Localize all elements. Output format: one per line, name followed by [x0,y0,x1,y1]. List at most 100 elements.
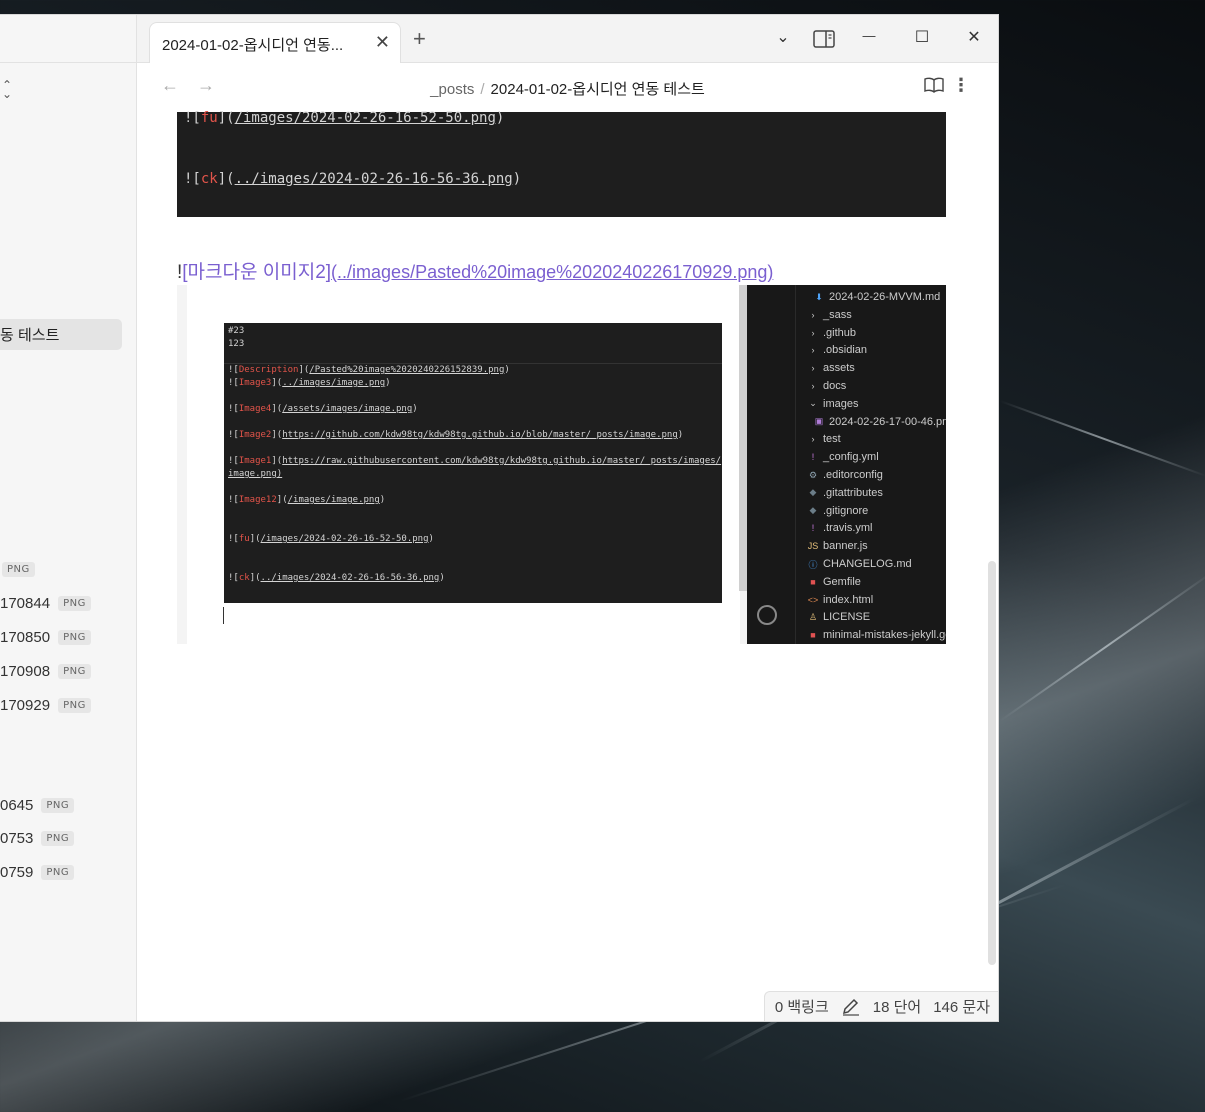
file-type-icon: › [811,363,815,374]
new-tab-button[interactable]: + [413,26,426,52]
explorer-item-label: .travis.yml [823,522,873,535]
text-cursor [223,607,224,624]
explorer-item: › _sass [807,307,852,323]
word-count: 18 단어 [872,999,922,1016]
tab-bar: 2024-01-02-옵시디언 연동... ✕ + ⌄ — ☐ ✕ [137,15,998,63]
file-type-icon: ⌄ [809,398,817,409]
collapse-all-icon[interactable]: ⌃ ⌄ [2,79,16,101]
close-tab-icon[interactable]: ✕ [375,32,390,53]
view-header: ← → _posts/2024-01-02-옵시디언 연동 테스트 ⋮ [137,63,998,111]
file-type-icon: ■ [810,576,816,587]
maximize-button[interactable]: ☐ [911,27,933,47]
explorer-item: JS banner.js [807,538,868,554]
file-type-badge: PNG [58,595,91,611]
explorer-item: ◆ .gitattributes [807,485,883,501]
explorer-item-label: 2024-02-26-17-00-46.png [829,415,946,428]
explorer-item: › test [807,431,841,447]
explorer-item: ◆ .gitignore [807,503,869,519]
file-type-badge: PNG [41,830,75,846]
file-type-badge: PNG [58,629,91,645]
sidebar-header [0,15,136,63]
explorer-item: ! .travis.yml [807,520,873,536]
more-options-icon[interactable]: ⋮ [952,75,970,96]
explorer-item: ! _config.yml [807,449,879,465]
sidebar-attachment[interactable]: PNG [0,558,35,580]
explorer-item: › .obsidian [807,342,868,358]
explorer-item: ⌄ images [807,396,858,412]
close-window-button[interactable]: ✕ [963,27,985,47]
file-type-icon: ! [811,452,815,463]
file-type-badge: PNG [2,561,35,577]
sidebar-attachment[interactable]: 0759 PNG [0,861,75,883]
editor-content[interactable]: ![fu](/images/2024-02-26-16-52-50.png) !… [137,110,998,1021]
explorer-item-label: .gitattributes [823,486,883,499]
attachment-name: 0753 [0,829,34,847]
sidebar-attachment[interactable]: 0753 PNG [0,827,75,849]
explorer-item-label: 2024-02-26-MVVM.md [829,291,941,303]
explorer-item: ⓘ CHANGELOG.md [807,556,911,572]
file-type-icon: <> [807,594,819,605]
file-type-icon: JS [807,541,819,552]
explorer-item-label: .editorconfig [823,469,883,481]
sidebar-attachment[interactable]: 170929 PNG [0,694,91,716]
sidebar-active-file[interactable]: 동 테스트 [0,319,122,350]
file-type-icon: › [811,309,815,320]
attachment-name: 170908 [0,662,51,680]
backlinks-count[interactable]: 0 백링크 [775,996,829,1017]
explorer-item-label: LICENSE [823,611,871,624]
explorer-item: › docs [807,378,847,394]
explorer-item-label: test [823,433,841,446]
explorer-item-label: .gitignore [823,504,869,517]
sidebar-attachment[interactable]: 170850 PNG [0,626,91,648]
explorer-item-label: index.html [823,593,874,606]
image-url[interactable]: (../images/Pasted%20image%20202402261709… [331,262,773,282]
explorer-item-label: banner.js [823,540,868,553]
file-type-icon: ⚙ [808,469,818,480]
file-type-icon: ■ [810,630,816,641]
breadcrumb-separator: / [480,81,485,98]
attachment-name: 170844 [0,594,51,612]
tab-active-note[interactable]: 2024-01-02-옵시디언 연동... ✕ [149,22,401,63]
explorer-item-label: .github [823,326,857,339]
file-type-icon: › [811,434,815,445]
file-sidebar: ⌃ ⌄ 동 테스트 PNG 170844 PNG 170850 PNG 17090… [0,15,137,1021]
code-line: ![ck](../images/2024-02-26-16-56-36.png) [184,171,522,187]
breadcrumb-file[interactable]: 2024-01-02-옵시디언 연동 테스트 [491,81,705,98]
explorer-item-label: images [823,397,859,410]
minimize-button[interactable]: — [858,28,880,43]
attachment-name: 170929 [0,696,51,714]
markdown-image-link[interactable]: ![마크다운 이미지2](../images/Pasted%20image%20… [177,257,773,284]
sidebar-attachment[interactable]: 170844 PNG [0,592,91,614]
char-count: 146 문자 [933,999,990,1016]
toggle-right-sidebar-icon[interactable] [813,30,835,48]
file-type-badge: PNG [58,663,91,679]
explorer-item-label: Gemfile [823,575,861,588]
embedded-image: #23 123 ![Description](/Pasted%20image%2… [177,285,946,644]
attachment-name: 0759 [0,863,34,881]
file-type-badge: PNG [41,797,75,813]
sidebar-attachment[interactable]: 170908 PNG [0,660,91,682]
explorer-item-label: .obsidian [823,344,868,357]
explorer-item: ♙ LICENSE [807,609,870,625]
attachment-name: 170850 [0,628,51,646]
file-type-icon: ◆ [809,487,817,498]
explorer-item: ⚙ .editorconfig [807,467,883,483]
account-icon [757,605,777,625]
reading-view-icon[interactable] [924,77,944,93]
embedded-editor-screenshot: #23 123 ![Description](/Pasted%20image%2… [224,323,722,603]
tab-list-dropdown-icon[interactable]: ⌄ [772,27,794,47]
explorer-item-label: minimal-mistakes-jekyll.ge [823,629,946,642]
explorer-item-label: _config.yml [823,451,879,464]
file-type-icon: › [811,327,815,338]
file-type-badge: PNG [41,864,75,880]
file-type-icon: › [811,381,815,391]
explorer-item-label: docs [823,380,847,392]
editor-scrollbar[interactable] [988,561,996,965]
embedded-scrollbar [739,285,747,591]
edit-pencil-icon[interactable] [841,998,861,1016]
explorer-item-label: _sass [823,308,852,321]
explorer-item: › assets [807,360,855,376]
breadcrumb-folder[interactable]: _posts [430,81,474,98]
explorer-item-label: assets [823,362,855,375]
sidebar-attachment[interactable]: 0645 PNG [0,794,75,816]
